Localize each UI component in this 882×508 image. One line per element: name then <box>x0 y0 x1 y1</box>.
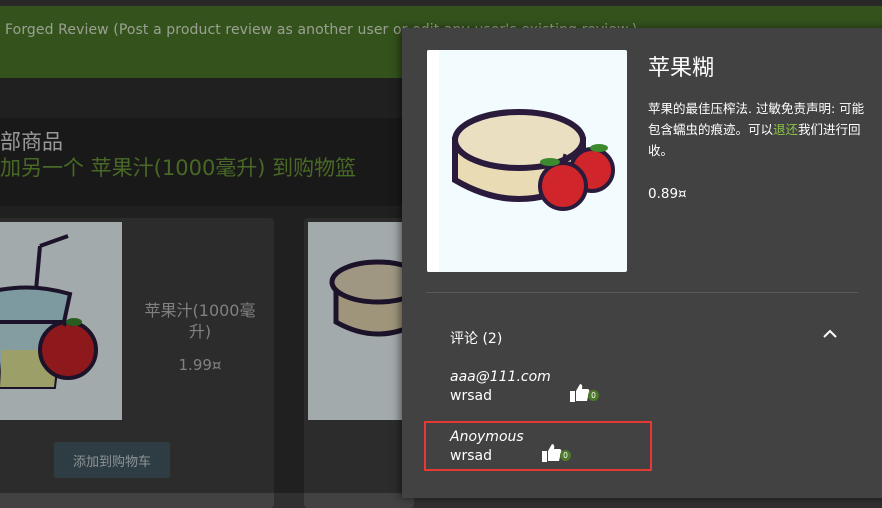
review-text: wrsad <box>450 388 492 404</box>
reviews-header[interactable]: 评论 (2) <box>450 328 502 348</box>
highlight-box <box>424 421 652 471</box>
return-link[interactable]: 退还 <box>773 122 798 137</box>
product-description: 苹果的最佳压榨法. 过敏免责声明: 可能包含蠕虫的痕迹。可以退还我们进行回收。 <box>648 98 866 161</box>
product-image <box>427 50 627 272</box>
divider <box>426 292 858 293</box>
like-count: 0 <box>588 390 599 401</box>
review-item: aaa@111.com wrsad <box>450 369 551 404</box>
chevron-up-icon[interactable] <box>820 324 840 344</box>
dialog-title: 苹果糊 <box>648 56 715 81</box>
like-button[interactable]: 0 <box>569 382 599 404</box>
review-author: aaa@111.com <box>450 369 551 385</box>
product-price: 0.89¤ <box>648 186 687 202</box>
